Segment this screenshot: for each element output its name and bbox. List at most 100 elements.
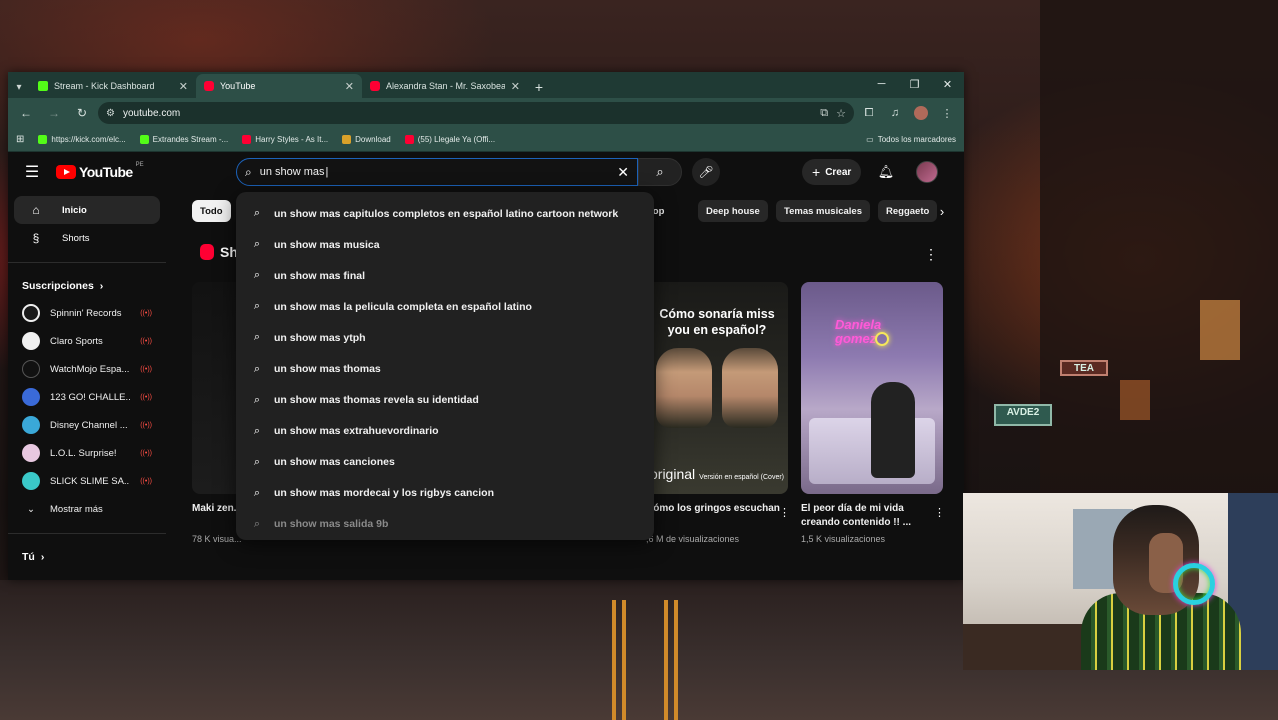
suggestion-item[interactable]: ⌕ un show mas final [236,260,654,291]
short-thumbnail[interactable]: Daniela gomez [801,282,943,494]
short-card[interactable]: Cómo sonaría miss you en español? origin… [646,282,790,544]
webcam-shelf-image [963,624,1093,670]
more-vert-icon[interactable]: ⋮ [934,506,945,519]
youtube-icon [404,135,414,144]
bookmarks-bar: ⊞ https://kick.com/elc... Extrandes Stre… [8,128,964,152]
sidebar-item-inicio[interactable]: ⌂ Inicio [14,196,160,224]
install-app-icon[interactable]: ⧉ [820,107,828,120]
sidebar: ⌂ Inicio § Shorts Suscripciones › Spinni… [8,196,166,580]
bookmark-star-icon[interactable]: ☆ [836,107,846,120]
suggestion-item[interactable]: ⌕ un show mas salida 9b [236,509,654,540]
subscriptions-heading[interactable]: Suscripciones › [8,273,166,299]
chevron-down-icon: ⌄ [27,503,35,515]
tab-youtube[interactable]: YouTube ✕ [196,74,362,98]
tab-kick-dashboard[interactable]: Stream - Kick Dashboard ✕ [30,74,196,98]
suggestion-item[interactable]: ⌕ un show mas mordecai y los rigbys canci… [236,478,654,509]
you-heading[interactable]: Tú › [8,544,166,570]
close-icon[interactable]: ✕ [179,80,188,93]
subscriptions-title: Suscripciones [22,280,94,292]
channel-name: SLICK SLIME SA... [50,475,131,487]
subscription-item[interactable]: L.O.L. Surprise! ((•)) [8,439,166,467]
suggestion-item[interactable]: ⌕ un show mas la pelicula completa en esp… [236,291,654,322]
tab-bar: ▾ Stream - Kick Dashboard ✕ YouTube ✕ Al… [8,72,964,98]
tab-search-chevron-icon[interactable]: ▾ [8,76,30,98]
thumbnail-caption: Cómo sonaría miss you en español? [659,307,775,337]
bookmark-label: (55) Llegale Ya (Offi... [417,135,496,144]
suggestion-item[interactable]: ⌕ un show mas canciones [236,447,654,478]
create-button[interactable]: + Crear [802,159,862,185]
more-vert-icon[interactable]: ⋮ [924,246,938,263]
restore-icon[interactable]: ❐ [898,72,931,96]
face-image [656,348,712,428]
show-more-button[interactable]: ⌄ Mostrar más [8,495,166,523]
youtube-logo[interactable]: YouTube PE [56,162,144,180]
short-card[interactable]: Daniela gomez El peor día de mi vida crea… [801,282,945,544]
account-avatar[interactable] [916,161,938,183]
search-icon: ⌕ [253,393,261,406]
youtube-icon [242,135,252,144]
more-vert-icon[interactable]: ⋮ [936,102,958,124]
search-icon: ⌕ [253,362,261,375]
media-controls-icon[interactable]: ♫ [884,102,906,124]
bookmark-item[interactable]: Download [342,135,391,144]
tab-alexandra-stan[interactable]: Alexandra Stan - Mr. Saxobeat ✕ [362,74,528,98]
close-icon[interactable]: ✕ [345,80,354,93]
bookmark-item[interactable]: https://kick.com/elc... [38,135,126,144]
subscription-item[interactable]: Disney Channel ... ((•)) [8,411,166,439]
search-icon: ⌕ [253,331,261,344]
channel-name: Spinnin' Records [50,307,122,319]
chip-reggaeton[interactable]: Reggaeto [878,200,938,222]
reload-icon[interactable]: ↻ [70,101,94,125]
minimize-icon[interactable]: ─ [865,72,898,96]
subscription-item[interactable]: SLICK SLIME SA... ((•)) [8,467,166,495]
all-bookmarks-folder[interactable]: ▭ Todos los marcadores [866,135,956,144]
apps-grid-icon[interactable]: ⊞ [16,134,24,145]
subscription-item[interactable]: WatchMojo Espa... ((•)) [8,355,166,383]
suggestion-item[interactable]: ⌕ un show mas musica [236,229,654,260]
hamburger-menu-icon[interactable]: ☰ [20,160,44,184]
more-vert-icon[interactable]: ⋮ [779,506,790,519]
chip-deep-house[interactable]: Deep house [698,200,768,222]
bookmark-item[interactable]: Harry Styles - As It... [242,135,328,144]
bookmark-item[interactable]: Extrandes Stream -... [139,135,228,144]
sidebar-item-shorts[interactable]: § Shorts [14,224,160,252]
suggestion-item[interactable]: ⌕ un show mas extrahuevordinario [236,416,654,447]
url-field[interactable]: ⚙ youtube.com ⧉ ☆ [98,102,854,124]
short-thumbnail[interactable]: Cómo sonaría miss you en español? origin… [646,282,788,494]
new-tab-plus-icon[interactable]: + [528,76,550,98]
suggestion-item[interactable]: ⌕ un show mas capitulos completos en espa… [236,198,654,229]
suggestion-text: un show mas final [274,269,366,282]
live-indicator-icon: ((•)) [140,365,152,373]
suggestion-item[interactable]: ⌕ un show mas thomas [236,353,654,384]
search-button[interactable]: ⌕ [638,158,682,186]
suggestion-text: un show mas musica [274,238,380,251]
channel-name: L.O.L. Surprise! [50,447,117,459]
profile-icon[interactable] [910,102,932,124]
subscription-item[interactable]: 123 GO! CHALLE... ((•)) [8,383,166,411]
close-window-icon[interactable]: ✕ [931,72,964,96]
extensions-icon[interactable]: ⧠ [858,102,880,124]
clear-search-icon[interactable]: ✕ [617,164,629,181]
url-text: youtube.com [122,107,181,119]
youtube-play-icon [56,165,76,179]
notifications-bell-icon[interactable]: 🔔︎ [874,160,898,184]
search-input[interactable]: ⌕ un show mas ✕ [236,158,638,186]
chip-temas-musicales[interactable]: Temas musicales [776,200,870,222]
background-window-light [1120,380,1150,420]
subscription-item[interactable]: Spinnin' Records ((•)) [8,299,166,327]
short-title[interactable]: Cómo los gringos escuchan [646,502,788,530]
kick-icon [38,135,48,144]
kick-icon [139,135,149,144]
voice-search-mic-icon[interactable]: 🎤︎ [692,158,720,186]
subscription-item[interactable]: Claro Sports ((•)) [8,327,166,355]
close-icon[interactable]: ✕ [511,80,520,93]
suggestion-item[interactable]: ⌕ un show mas thomas revela su identidad [236,385,654,416]
suggestion-item[interactable]: ⌕ un show mas ytph [236,322,654,353]
chevron-right-icon[interactable]: › [932,200,952,222]
forward-arrow-icon[interactable]: → [42,101,66,125]
back-arrow-icon[interactable]: ← [14,101,38,125]
short-title[interactable]: El peor día de mi vida creando contenido… [801,502,943,530]
site-info-icon[interactable]: ⚙ [106,108,115,119]
bookmark-item[interactable]: (55) Llegale Ya (Offi... [404,135,496,144]
chip-todo[interactable]: Todo [192,200,231,222]
